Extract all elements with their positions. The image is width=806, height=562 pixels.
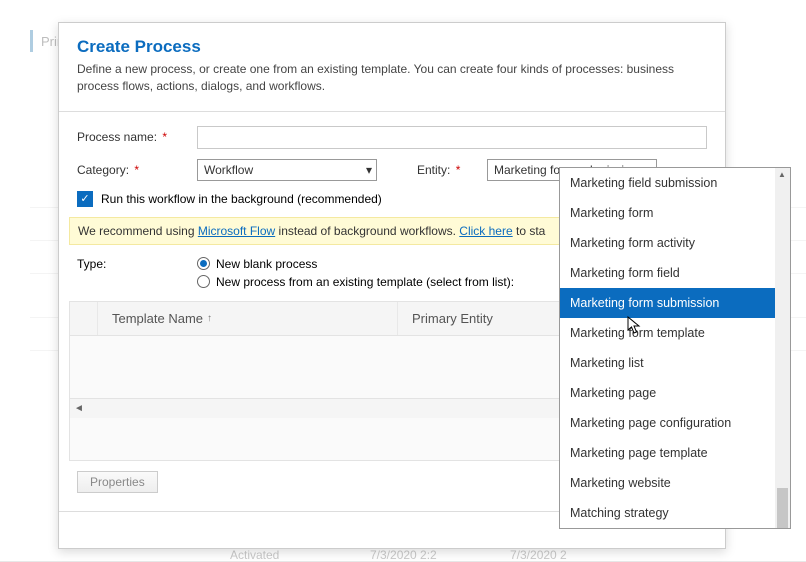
process-name-label: Process name: * — [77, 130, 197, 144]
click-here-link[interactable]: Click here — [459, 224, 512, 238]
type-new-blank-radio[interactable]: New blank process — [197, 257, 514, 271]
type-opt2-label: New process from an existing template (s… — [216, 275, 514, 289]
run-background-checkbox[interactable]: ✓ — [77, 191, 93, 207]
category-value: Workflow — [204, 163, 253, 177]
dropdown-scrollbar[interactable]: ▲ — [775, 168, 790, 528]
dialog-title: Create Process — [77, 37, 707, 57]
radio-icon — [197, 257, 210, 270]
entity-option[interactable]: Marketing form template — [560, 318, 790, 348]
type-opt1-label: New blank process — [216, 257, 317, 271]
entity-option[interactable]: Marketing list — [560, 348, 790, 378]
entity-option[interactable]: Marketing page — [560, 378, 790, 408]
radio-icon — [197, 275, 210, 288]
col-template-name[interactable]: Template Name ↑ — [98, 302, 398, 335]
entity-option[interactable]: Marketing form activity — [560, 228, 790, 258]
sort-asc-icon: ↑ — [207, 313, 212, 324]
scroll-thumb[interactable] — [777, 488, 788, 528]
scroll-left-icon: ◄ — [74, 403, 84, 414]
entity-option[interactable]: Marketing form submission — [560, 288, 790, 318]
entity-option[interactable]: Marketing field submission — [560, 168, 790, 198]
entity-label: Entity: * — [417, 163, 477, 177]
ms-flow-link[interactable]: Microsoft Flow — [198, 224, 275, 238]
type-from-template-radio[interactable]: New process from an existing template (s… — [197, 275, 514, 289]
entity-dropdown-list: Marketing field submissionMarketing form… — [559, 167, 791, 529]
entity-option[interactable]: Marketing page template — [560, 438, 790, 468]
entity-option[interactable]: Matching strategy — [560, 498, 790, 528]
chevron-down-icon: ▾ — [366, 163, 372, 177]
category-label: Category: * — [77, 163, 197, 177]
process-name-input[interactable] — [197, 126, 707, 149]
scroll-up-icon: ▲ — [778, 170, 786, 179]
category-select[interactable]: Workflow ▾ — [197, 159, 377, 181]
entity-option[interactable]: Marketing page configuration — [560, 408, 790, 438]
entity-option[interactable]: Marketing form field — [560, 258, 790, 288]
entity-option[interactable]: Marketing website — [560, 468, 790, 498]
run-background-label: Run this workflow in the background (rec… — [101, 192, 382, 206]
dialog-subtitle: Define a new process, or create one from… — [77, 61, 707, 95]
divider — [59, 111, 725, 112]
properties-button[interactable]: Properties — [77, 471, 158, 493]
type-label: Type: — [77, 257, 197, 289]
entity-option[interactable]: Marketing form — [560, 198, 790, 228]
